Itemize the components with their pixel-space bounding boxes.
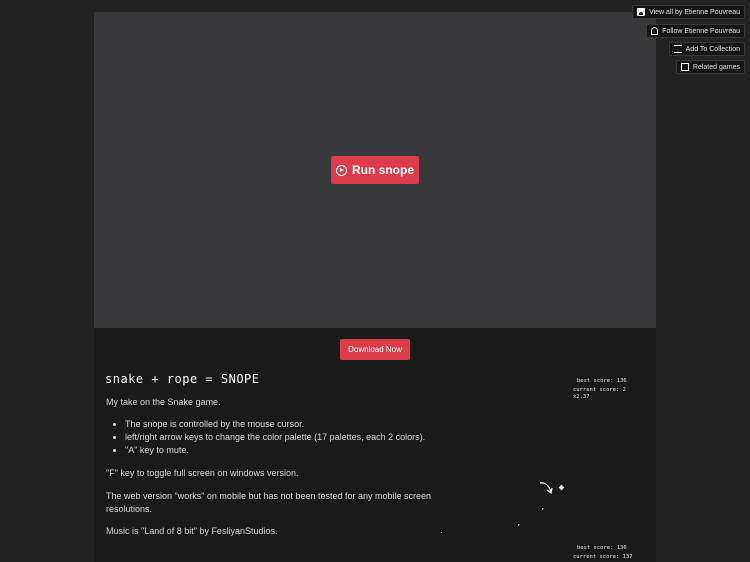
- map-icon: [680, 63, 689, 71]
- snope-target: [558, 484, 565, 491]
- view-all-label: View all by Etienne Pouvreau: [649, 8, 740, 16]
- follow-user-icon: [651, 27, 659, 35]
- related-games-label: Related games: [692, 63, 740, 71]
- controls-list: The snope is controlled by the mouse cur…: [113, 418, 425, 457]
- play-circle-icon: [336, 164, 347, 176]
- web-version-note: The web version "works" on mobile but ha…: [106, 491, 432, 514]
- score-multiplier: x2.37: [573, 394, 590, 400]
- snope-rope: [539, 482, 552, 493]
- fullscreen-note: "F" key to toggle full screen on windows…: [106, 468, 299, 478]
- playlist-add-icon: [673, 45, 682, 53]
- view-all-by-author-button[interactable]: View all by Etienne Pouvreau: [632, 5, 745, 19]
- dot: [518, 524, 520, 526]
- list-item: left/right arrow keys to change the colo…: [125, 431, 425, 444]
- list-item: "A" key to mute.: [125, 444, 425, 457]
- dot: [542, 508, 544, 510]
- best-score-top: best score: 136: [577, 378, 627, 384]
- list-item: The snope is controlled by the mouse cur…: [125, 418, 425, 431]
- follow-label: Follow Etienne Pouvreau: [662, 27, 740, 35]
- follow-author-button[interactable]: Follow Etienne Pouvreau: [646, 24, 745, 38]
- run-game-label: Run snope: [352, 163, 414, 177]
- dot: [441, 532, 442, 533]
- related-games-button[interactable]: Related games: [675, 60, 745, 74]
- add-to-collection-button[interactable]: Add To Collection: [668, 42, 745, 56]
- description-intro: My take on the Snake game.: [106, 397, 221, 407]
- music-credit: Music is "Land of 8 bit" by FesliyanStud…: [106, 526, 278, 536]
- avatar-icon: [637, 8, 646, 16]
- run-game-button[interactable]: Run snope: [331, 156, 419, 184]
- download-now-button[interactable]: Download Now: [340, 339, 410, 360]
- current-score-bottom: current score: 137: [573, 554, 633, 560]
- game-title: snake + rope = SNOPE: [105, 372, 260, 386]
- add-to-collection-label: Add To Collection: [685, 45, 740, 53]
- current-score-top: current score: 2: [573, 387, 626, 393]
- best-score-bottom: best score: 136: [577, 545, 627, 551]
